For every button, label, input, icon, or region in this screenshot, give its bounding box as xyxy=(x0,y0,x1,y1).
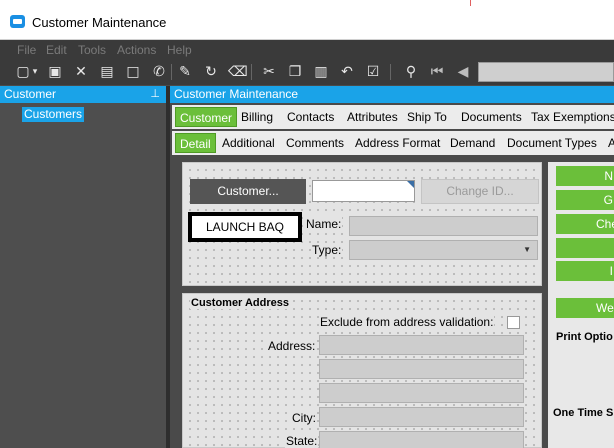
title-bar: Customer Maintenance xyxy=(0,0,614,40)
first-record-icon[interactable]: ⏮ xyxy=(428,63,446,81)
city-field[interactable] xyxy=(319,407,524,427)
address-line-3-field[interactable] xyxy=(319,383,524,403)
tab-document-types[interactable]: Document Types xyxy=(507,133,597,153)
menu-edit[interactable]: Edit xyxy=(46,43,67,57)
attach-icon[interactable]: ✎ xyxy=(176,63,194,81)
side-button-n[interactable]: N xyxy=(556,166,614,186)
tab-attributes[interactable]: Attributes xyxy=(347,107,398,127)
tab-contacts[interactable]: Contacts xyxy=(287,107,334,127)
tab-billing[interactable]: Billing xyxy=(241,107,273,127)
tab-documents[interactable]: Documents xyxy=(461,107,522,127)
toolbar: ▢ ▾ ▣ ✕ ▤ □ ✆ ✎ ↻ ⌫ ✂ ❐ ▥ ↶ ☑ ⚲ ⏮ ◀ xyxy=(0,59,614,85)
tab-address-format[interactable]: Address Format xyxy=(355,133,440,153)
side-button-g[interactable]: G xyxy=(556,190,614,210)
menu-actions[interactable]: Actions xyxy=(117,43,156,57)
tab-comments[interactable]: Comments xyxy=(286,133,344,153)
primary-tab-bar: Customer Billing Contacts Attributes Shi… xyxy=(172,105,614,129)
toolbar-separator xyxy=(171,64,172,80)
type-label: Type: xyxy=(311,243,343,257)
secondary-tab-bar: Detail Additional Comments Address Forma… xyxy=(172,131,614,155)
name-label: Name: xyxy=(305,217,343,231)
web-button[interactable]: We xyxy=(556,298,614,318)
tab-demand[interactable]: Demand xyxy=(450,133,495,153)
address-line-2-field[interactable] xyxy=(319,359,524,379)
address-line-1-field[interactable] xyxy=(319,335,524,355)
app-icon xyxy=(10,15,25,28)
delete-icon[interactable]: ✕ xyxy=(72,63,90,81)
toolbar-separator xyxy=(251,64,252,80)
refresh-icon[interactable]: ↻ xyxy=(202,63,220,81)
toolbar-separator xyxy=(390,64,391,80)
background-window-edge xyxy=(470,0,614,6)
phone-icon[interactable]: ✆ xyxy=(150,63,168,81)
name-field[interactable] xyxy=(349,216,538,236)
launch-baq-button[interactable]: LAUNCH BAQ xyxy=(188,212,302,242)
tab-customer[interactable]: Customer xyxy=(175,107,238,127)
window-title: Customer Maintenance xyxy=(32,15,167,30)
address-label: Address: xyxy=(267,339,317,353)
tree-panel-header: Customer ⊥ xyxy=(0,86,166,103)
form-panel-header: Customer Maintenance xyxy=(170,86,614,103)
cut-icon[interactable]: ✂ xyxy=(260,63,278,81)
side-button-blank[interactable] xyxy=(556,238,614,258)
chevron-down-icon: ▼ xyxy=(523,245,531,254)
pin-icon[interactable]: ⊥ xyxy=(150,86,160,103)
tab-overflow[interactable]: A xyxy=(608,133,614,153)
customer-button[interactable]: Customer... xyxy=(190,179,306,204)
customer-address-title: Customer Address xyxy=(190,297,291,309)
binoculars-icon[interactable]: ⚲ xyxy=(402,63,420,81)
copy-icon[interactable]: ❐ xyxy=(286,63,304,81)
clear-icon[interactable]: ⌫ xyxy=(228,63,248,81)
menu-bar: File Edit Tools Actions Help xyxy=(0,40,614,59)
save-icon[interactable]: ▣ xyxy=(46,63,64,81)
tab-ship-to[interactable]: Ship To xyxy=(407,107,447,127)
menu-tools[interactable]: Tools xyxy=(78,43,106,57)
tree-panel: Customers xyxy=(0,103,166,448)
tree-item-customers[interactable]: Customers xyxy=(22,107,85,122)
city-label: City: xyxy=(291,411,317,425)
one-time-ship-title: One Time S xyxy=(553,407,614,419)
undo-icon[interactable]: ↶ xyxy=(338,63,356,81)
clipboard-icon[interactable]: ☑ xyxy=(364,63,382,81)
record-navigator[interactable] xyxy=(478,62,614,82)
state-field[interactable] xyxy=(319,431,524,448)
paste-icon[interactable]: ▥ xyxy=(312,63,330,81)
tab-tax-exemptions[interactable]: Tax Exemptions xyxy=(531,107,614,127)
prev-record-icon[interactable]: ◀ xyxy=(454,63,472,81)
tree-panel-title: Customer xyxy=(4,87,57,101)
state-label: State: xyxy=(285,434,319,448)
tab-additional[interactable]: Additional xyxy=(222,133,275,153)
tab-detail[interactable]: Detail xyxy=(175,133,216,153)
book-icon[interactable]: ▤ xyxy=(98,63,116,81)
exclude-validation-checkbox[interactable] xyxy=(507,316,520,329)
type-select[interactable]: ▼ xyxy=(349,240,538,260)
dropdown-icon[interactable]: ▾ xyxy=(30,63,40,81)
menu-help[interactable]: Help xyxy=(167,43,192,57)
customer-id-input[interactable] xyxy=(312,180,415,202)
side-button-i[interactable]: I xyxy=(556,261,614,281)
side-button-che[interactable]: Che xyxy=(556,214,614,234)
menu-file[interactable]: File xyxy=(17,43,36,57)
print-options-title: Print Optio xyxy=(556,331,613,343)
change-id-button[interactable]: Change ID... xyxy=(421,179,539,204)
exclude-validation-label: Exclude from address validation: xyxy=(319,315,495,329)
square-icon[interactable]: □ xyxy=(124,63,142,81)
